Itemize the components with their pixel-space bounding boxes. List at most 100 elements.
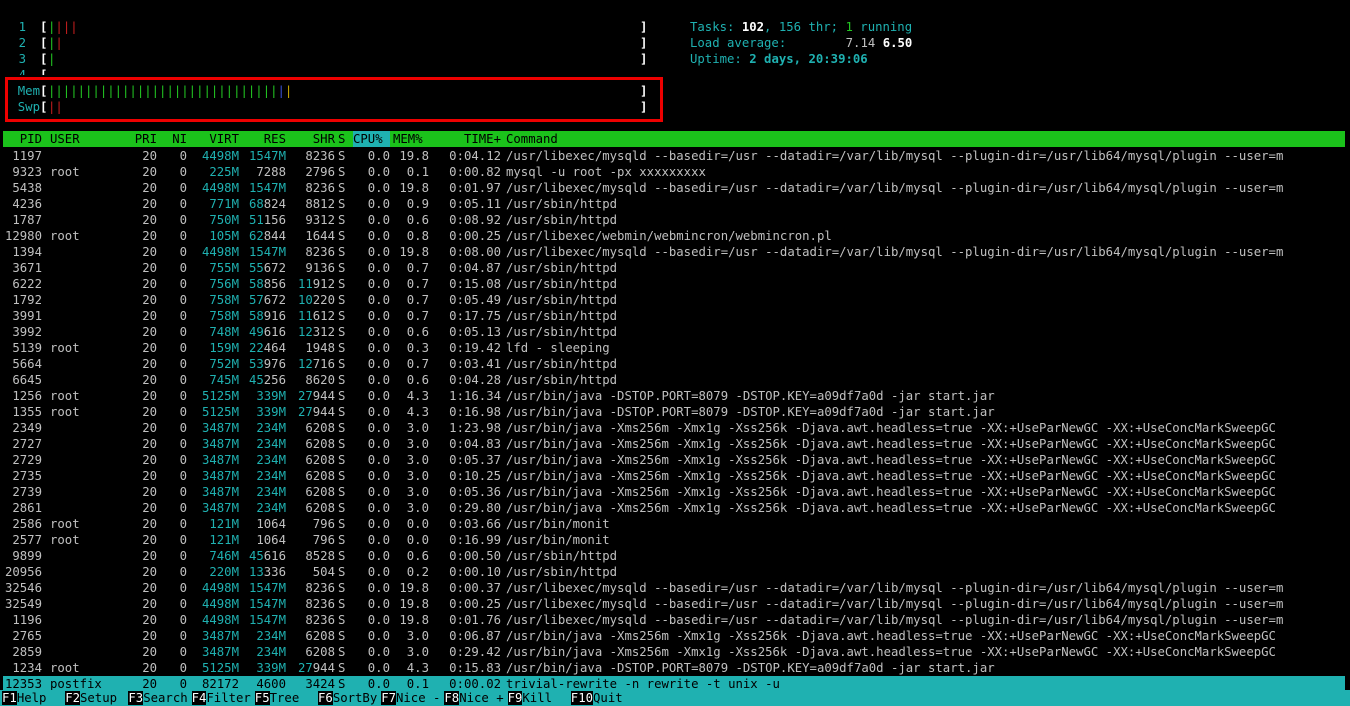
cell-shr: 12716 — [297, 357, 335, 371]
process-row[interactable]: 2765 20 0 3487M 234M 6208 S 0.0 3.0 0:06.87/usr/b… — [3, 628, 1345, 644]
process-row[interactable]: 6222 20 0 756M 58856 11912 S 0.0 0.7 0:15.08/usr/… — [3, 276, 1345, 292]
process-row[interactable]: 2861 20 0 3487M 234M 6208 S 0.0 3.0 0:29.80/usr/b… — [3, 500, 1345, 516]
cell-virt: 756M — [209, 277, 239, 291]
header-state[interactable]: S — [338, 131, 350, 147]
cell-shr: 8236 — [305, 581, 335, 595]
process-row[interactable]: 1787 20 0 750M 51156 9312 S 0.0 0.6 0:08.92/usr/s… — [3, 212, 1345, 228]
fkey-key: F5 — [254, 691, 270, 705]
process-row[interactable]: 2586 root 20 0 121M 1064 796 S 0.0 0.0 0:03.66/usr… — [3, 516, 1345, 532]
cell-time: 0:00.25 — [449, 597, 501, 611]
process-row[interactable]: 2735 20 0 3487M 234M 6208 S 0.0 3.0 0:10.25/usr/b… — [3, 468, 1345, 484]
cpu-bracket-open: [ — [40, 52, 48, 66]
load-average-line: Load average: 7.14 6.50 — [690, 36, 913, 50]
process-row[interactable]: 32549 20 0 4498M 1547M 8236 S 0.0 19.8 0:00.25/us… — [3, 596, 1345, 612]
process-row[interactable]: 2859 20 0 3487M 234M 6208 S 0.0 3.0 0:29.42/usr/b… — [3, 644, 1345, 660]
process-row[interactable]: 9899 20 0 746M 45616 8528 S 0.0 0.6 0:00.50/usr/s… — [3, 548, 1345, 564]
fkey-f1[interactable]: F1Help — [2, 690, 61, 706]
cell-user: root — [50, 229, 80, 243]
process-row[interactable]: 2729 20 0 3487M 234M 6208 S 0.0 3.0 0:05.37/usr/b… — [3, 452, 1345, 468]
process-row[interactable]: 3671 20 0 755M 55672 9136 S 0.0 0.7 0:04.87/usr/s… — [3, 260, 1345, 276]
cell-pri: 20 — [142, 613, 157, 627]
cell-cpu: 0.0 — [367, 533, 390, 547]
fkey-f10[interactable]: F10Quit — [570, 690, 623, 706]
cell-pid: 2586 — [12, 517, 42, 531]
cell-shr: 2796 — [305, 165, 335, 179]
process-row[interactable]: 1256 root 20 0 5125M 339M 27944 S 0.0 4.3 1:16.34 /… — [3, 388, 1345, 404]
cell-cpu: 0.0 — [367, 597, 390, 611]
process-row[interactable]: 5664 20 0 752M 53976 12716 S 0.0 0.7 0:03.41/usr/… — [3, 356, 1345, 372]
header-ni[interactable]: NI — [160, 131, 187, 147]
fkey-f3[interactable]: F3Search — [128, 690, 188, 706]
header-pri[interactable]: PRI — [119, 131, 157, 147]
cell-mem: 3.0 — [406, 501, 429, 515]
cell-shr: 8236 — [305, 245, 335, 259]
cell-mem: 0.3 — [406, 341, 429, 355]
cell-virt: 159M — [209, 341, 239, 355]
header-time[interactable]: TIME+ — [431, 131, 501, 147]
process-row[interactable]: 6645 20 0 745M 45256 8620 S 0.0 0.6 0:04.28/usr/s… — [3, 372, 1345, 388]
process-row[interactable]: 3991 20 0 758M 58916 11612 S 0.0 0.7 0:17.75/usr/… — [3, 308, 1345, 324]
process-row[interactable]: 1394 20 0 4498M 1547M 8236 S 0.0 19.8 0:08.00/usr… — [3, 244, 1345, 260]
process-row[interactable]: 3992 20 0 748M 49616 12312 S 0.0 0.6 0:05.13/usr/… — [3, 324, 1345, 340]
cell-cpu: 0.0 — [367, 261, 390, 275]
process-row[interactable]: 1196 20 0 4498M 1547M 8236 S 0.0 19.8 0:01.76/usr… — [3, 612, 1345, 628]
process-row[interactable]: 1792 20 0 758M 57672 10220 S 0.0 0.7 0:05.49/usr/… — [3, 292, 1345, 308]
process-row[interactable]: 4236 20 0 771M 68824 8812 S 0.0 0.9 0:05.11/usr/s… — [3, 196, 1345, 212]
meter-segment: | — [70, 20, 78, 34]
fkey-f2[interactable]: F2Setup — [65, 690, 124, 706]
cell-cmd: /usr/bin/java -Xms256m -Xmx1g -Xss256k -… — [506, 501, 1276, 515]
fkey-f7[interactable]: F7Nice - — [381, 690, 440, 706]
process-row[interactable]: 2577 root 20 0 121M 1064 796 S 0.0 0.0 0:16.99/usr… — [3, 532, 1345, 548]
cell-cmd: /usr/sbin/httpd — [506, 197, 618, 211]
process-row[interactable]: 32546 20 0 4498M 1547M 8236 S 0.0 19.8 0:00.37/us… — [3, 580, 1345, 596]
fkey-f6[interactable]: F6SortBy — [318, 690, 377, 706]
cell-shr: 6208 — [305, 629, 335, 643]
cell-pri: 20 — [142, 357, 157, 371]
cell-mem: 0.8 — [406, 229, 429, 243]
fkey-f8[interactable]: F8Nice + — [444, 690, 504, 706]
process-row[interactable]: 9323 root 20 0 225M 7288 2796 S 0.0 0.1 0:00.82 mys… — [3, 164, 1345, 180]
cell-pid: 1234 — [12, 661, 42, 675]
cell-cpu: 0.0 — [367, 389, 390, 403]
process-row[interactable]: 2739 20 0 3487M 234M 6208 S 0.0 3.0 0:05.36/usr/b… — [3, 484, 1345, 500]
cell-s: S — [338, 261, 346, 275]
meter-segment: | — [55, 20, 63, 34]
cell-mem: 3.0 — [406, 485, 429, 499]
cell-shr: 6208 — [305, 421, 335, 435]
header-user[interactable]: USER — [50, 131, 120, 147]
cell-cpu: 0.0 — [367, 293, 390, 307]
process-row[interactable]: 1197 20 0 4498M 1547M 8236 S 0.0 19.8 0:04.12/usr… — [3, 148, 1345, 164]
header-res[interactable]: RES — [241, 131, 286, 147]
header-shr[interactable]: SHR — [288, 131, 335, 147]
cell-pid: 3671 — [12, 261, 42, 275]
cell-ni: 0 — [179, 485, 187, 499]
highlight-box — [5, 77, 663, 122]
fkey-f4[interactable]: F4Filter — [191, 690, 251, 706]
process-row[interactable]: 1234 root 20 0 5125M 339M 27944 S 0.0 4.3 0:15.83 /… — [3, 660, 1345, 676]
header-mem[interactable]: MEM% — [393, 131, 429, 147]
process-row[interactable]: 1355 root 20 0 5125M 339M 27944 S 0.0 4.3 0:16.98 /… — [3, 404, 1345, 420]
fkey-f9[interactable]: F9Kill — [507, 690, 567, 706]
cell-virt: 3487M — [201, 485, 239, 499]
process-row[interactable]: 12980 root 20 0 105M 62844 1644 S 0.0 0.8 0:00.25 /… — [3, 228, 1345, 244]
cell-time: 0:00.25 — [449, 229, 501, 243]
cell-cmd: /usr/bin/monit — [506, 533, 610, 547]
cell-ni: 0 — [179, 325, 187, 339]
header-cpu[interactable]: CPU% — [353, 131, 390, 147]
process-row[interactable]: 2349 20 0 3487M 234M 6208 S 0.0 3.0 1:23.98/usr/b… — [3, 420, 1345, 436]
process-row[interactable]: 5139 root 20 0 159M 22464 1948 S 0.0 0.3 0:19.42 lf… — [3, 340, 1345, 356]
header-pid[interactable]: PID — [3, 131, 42, 147]
cell-virt: 4498M — [201, 245, 239, 259]
process-row[interactable]: 2727 20 0 3487M 234M 6208 S 0.0 3.0 0:04.83/usr/b… — [3, 436, 1345, 452]
header-command[interactable]: Command — [506, 131, 1346, 147]
cell-s: S — [338, 597, 346, 611]
cell-pid: 32546 — [4, 581, 42, 595]
cell-pid: 2765 — [12, 629, 42, 643]
fkey-f5[interactable]: F5Tree — [254, 690, 314, 706]
cell-pri: 20 — [142, 277, 157, 291]
cell-s: S — [338, 341, 346, 355]
process-row[interactable]: 20956 20 0 220M 13336 504 S 0.0 0.2 0:00.10/usr/s… — [3, 564, 1345, 580]
cell-pid: 3991 — [12, 309, 42, 323]
header-virt[interactable]: VIRT — [189, 131, 239, 147]
process-row[interactable]: 5438 20 0 4498M 1547M 8236 S 0.0 19.8 0:01.97/usr… — [3, 180, 1345, 196]
